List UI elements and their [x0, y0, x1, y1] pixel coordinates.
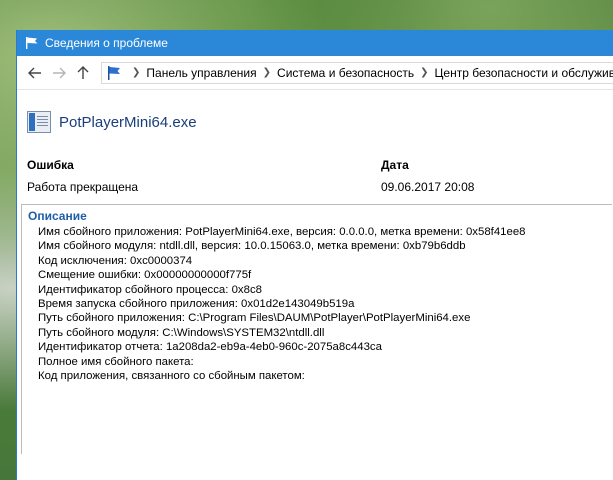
flag-icon [25, 36, 39, 50]
description-line: Путь сбойного модуля: C:\Windows\SYSTEM3… [38, 326, 325, 339]
application-icon [27, 111, 51, 133]
description-line: Имя сбойного приложения: PotPlayerMini64… [38, 226, 526, 238]
description-line: Имя сбойного модуля: ntdll.dll, версия: … [38, 240, 466, 253]
navigation-bar: ❯ Панель управления ❯ Система и безопасн… [17, 56, 613, 90]
problem-details-window: Сведения о проблеме ❯ Панель управления … [16, 30, 613, 480]
app-header: PotPlayerMini64.exe [27, 108, 603, 136]
title-bar[interactable]: Сведения о проблеме [17, 30, 613, 56]
description-line: Путь сбойного приложения: C:\Program Fil… [38, 312, 471, 325]
description-line: Код исключения: 0xc0000374 [38, 254, 193, 267]
breadcrumb-control-panel[interactable]: Панель управления [146, 66, 256, 80]
description-line: Код приложения, связанного со сбойным па… [38, 370, 305, 383]
window-title: Сведения о проблеме [45, 36, 168, 50]
address-bar[interactable]: ❯ Панель управления ❯ Система и безопасн… [101, 61, 613, 84]
breadcrumb-separator-icon: ❯ [262, 67, 272, 78]
summary-table: Ошибка Дата Работа прекращена 09.06.2017… [27, 154, 603, 198]
breadcrumb-separator-icon: ❯ [420, 67, 429, 78]
control-panel-flag-icon [106, 65, 122, 81]
breadcrumb-separator-icon: ❯ [132, 67, 141, 78]
up-arrow-icon[interactable] [73, 63, 93, 83]
description-line: Смещение ошибки: 0x00000000000f775f [38, 269, 252, 282]
description-line: Полное имя сбойного пакета: [38, 355, 194, 368]
breadcrumb-system-security[interactable]: Система и безопасность [277, 66, 414, 80]
forward-arrow-icon[interactable] [49, 63, 69, 83]
description-section: Описание Имя сбойного приложения: PotPla… [21, 204, 612, 454]
breadcrumb-security-maintenance[interactable]: Центр безопасности и обслуживания [435, 66, 613, 80]
app-name: PotPlayerMini64.exe [59, 113, 197, 131]
summary-header-row: Ошибка Дата [27, 154, 603, 176]
content-area: PotPlayerMini64.exe Ошибка Дата Работа п… [17, 90, 613, 454]
date-value: 09.06.2017 20:08 [381, 180, 475, 194]
error-value: Работа прекращена [27, 180, 139, 194]
description-title: Описание [28, 209, 87, 223]
summary-value-row: Работа прекращена 09.06.2017 20:08 [27, 176, 603, 198]
back-arrow-icon[interactable] [25, 63, 45, 83]
error-column-header: Ошибка [27, 158, 74, 172]
description-line: Время запуска сбойного приложения: 0x01d… [38, 298, 355, 311]
date-column-header: Дата [381, 158, 409, 172]
description-line: Идентификатор отчета: 1a208da2-eb9a-4eb0… [38, 341, 382, 354]
description-line: Идентификатор сбойного процесса: 0x8c8 [38, 283, 262, 296]
